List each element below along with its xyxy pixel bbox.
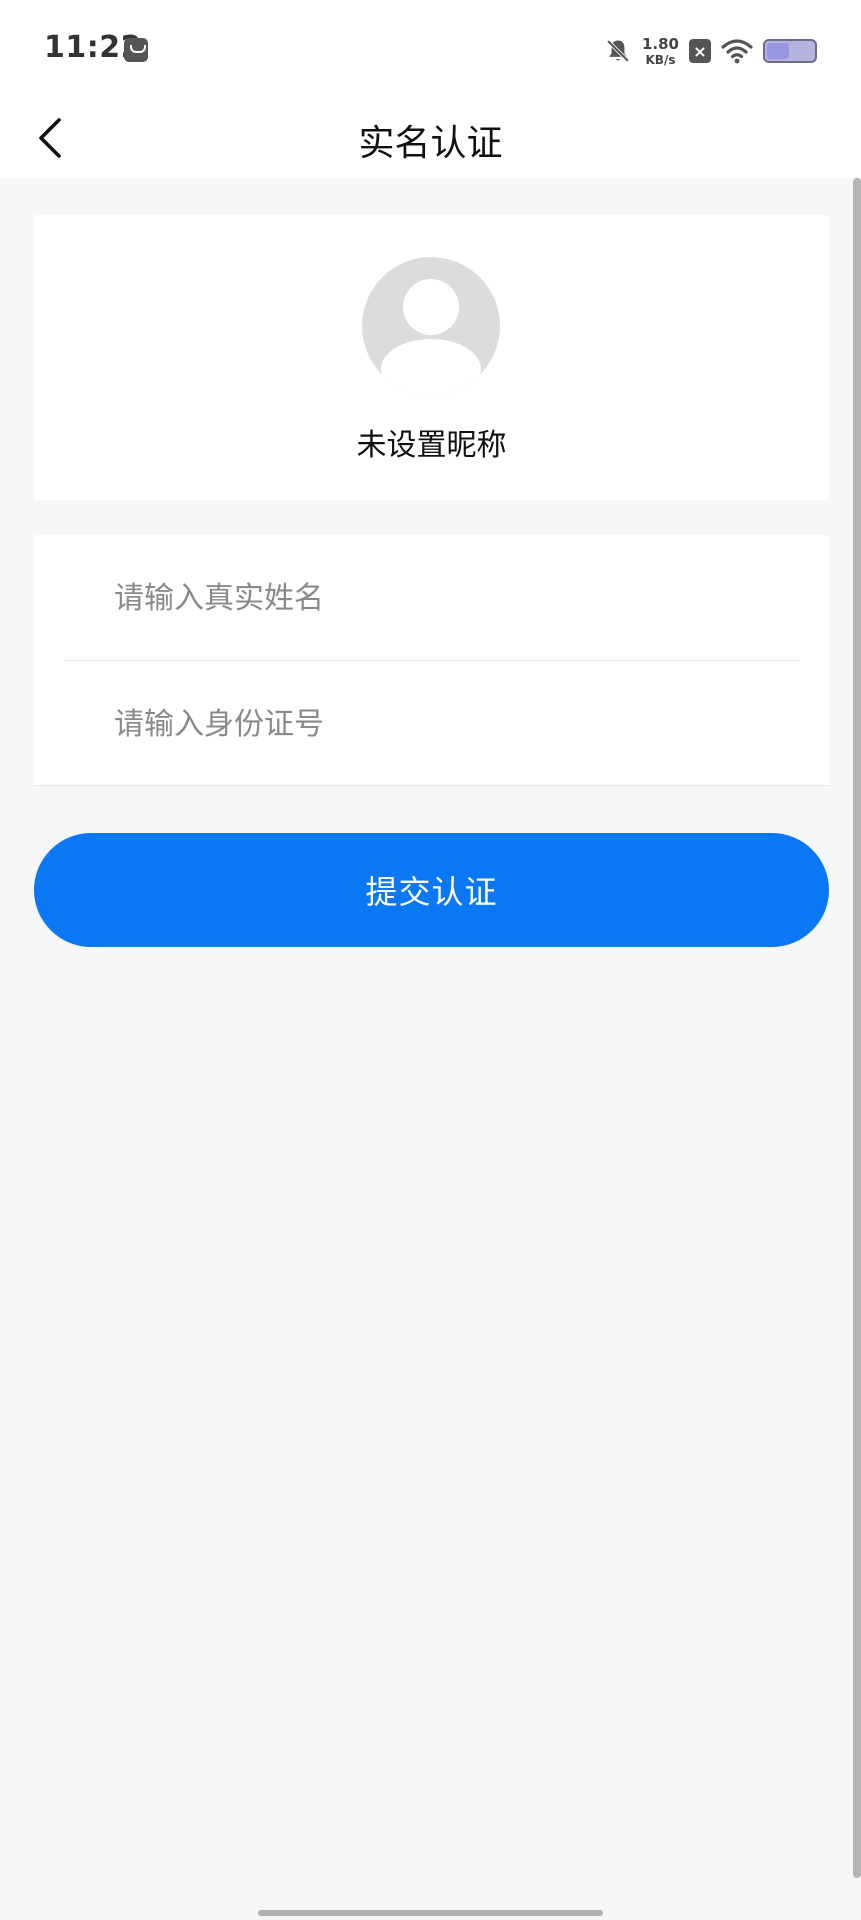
app-notification-icon <box>124 38 148 62</box>
scrollbar[interactable] <box>853 178 861 1878</box>
screen: 11:22 1.80 KB/s × 实名认证 未设置昵称 请输入真实姓名 请输入… <box>0 0 861 1920</box>
net-speed-value: 1.80 <box>641 34 679 53</box>
home-indicator[interactable] <box>258 1910 603 1916</box>
status-bar: 11:22 1.80 KB/s × <box>0 0 861 100</box>
nav-bar: 实名认证 <box>0 100 861 178</box>
submit-verification-button[interactable]: 提交认证 <box>34 833 829 947</box>
form-card <box>34 535 829 787</box>
nickname: 未设置昵称 <box>356 428 507 463</box>
sim-x-icon: × <box>689 39 711 63</box>
name-row <box>34 535 829 661</box>
divider <box>34 785 829 786</box>
id-number-input[interactable] <box>114 661 794 787</box>
net-speed-unit: KB/s <box>645 52 676 67</box>
id-row <box>34 661 829 787</box>
net-speed: 1.80 KB/s <box>641 34 679 67</box>
battery-icon <box>763 39 817 63</box>
status-icons: 1.80 KB/s × <box>604 34 817 68</box>
wifi-icon <box>721 39 753 64</box>
bell-off-icon <box>606 39 630 63</box>
page-title: 实名认证 <box>358 123 503 164</box>
default-avatar-icon[interactable] <box>362 257 500 395</box>
profile-card: 未设置昵称 <box>34 215 829 500</box>
real-name-input[interactable] <box>114 535 794 661</box>
